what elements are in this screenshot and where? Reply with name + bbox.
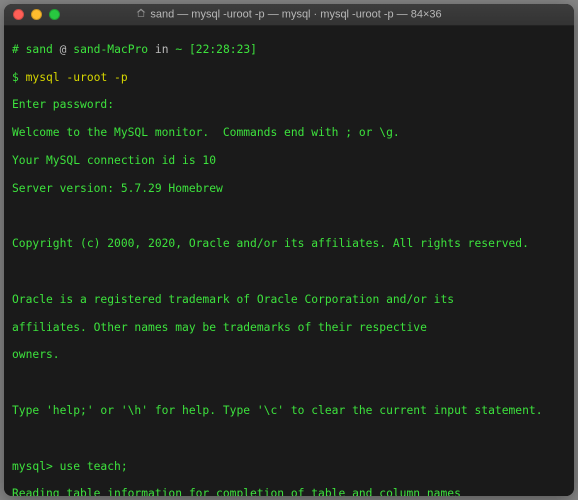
- window-title: sand — mysql -uroot -p — mysql · mysql -…: [4, 8, 574, 21]
- output-line: owners.: [12, 348, 568, 362]
- shell-command: mysql -uroot -p: [26, 71, 128, 84]
- prompt-user: sand: [26, 43, 53, 56]
- mysql-prompt: mysql>: [12, 460, 53, 473]
- prompt-line-1: # sand @ sand-MacPro in ~ [22:28:23]: [12, 43, 568, 57]
- titlebar[interactable]: sand — mysql -uroot -p — mysql · mysql -…: [4, 4, 574, 26]
- prompt-host: sand-MacPro: [73, 43, 148, 56]
- prompt-at: @: [60, 43, 67, 56]
- window-title-text: sand — mysql -uroot -p — mysql · mysql -…: [150, 8, 441, 20]
- blank-line: .: [12, 210, 568, 224]
- output-line: Type 'help;' or '\h' for help. Type '\c'…: [12, 404, 568, 418]
- output-line: Server version: 5.7.29 Homebrew: [12, 182, 568, 196]
- mysql-line: mysql> use teach;: [12, 460, 568, 474]
- blank-line: .: [12, 265, 568, 279]
- terminal-window: sand — mysql -uroot -p — mysql · mysql -…: [4, 4, 574, 496]
- traffic-lights: [4, 9, 60, 20]
- output-line: affiliates. Other names may be trademark…: [12, 321, 568, 335]
- output-line: Oracle is a registered trademark of Orac…: [12, 293, 568, 307]
- prompt-line-2: $ mysql -uroot -p: [12, 71, 568, 85]
- output-line: Reading table information for completion…: [12, 487, 568, 496]
- prompt-dollar: $: [12, 71, 19, 84]
- prompt-in: in: [155, 43, 169, 56]
- output-line: Your MySQL connection id is 10: [12, 154, 568, 168]
- prompt-hash: #: [12, 43, 19, 56]
- prompt-time: [22:28:23]: [189, 43, 257, 56]
- blank-line: .: [12, 432, 568, 446]
- close-icon[interactable]: [13, 9, 24, 20]
- output-line: Welcome to the MySQL monitor. Commands e…: [12, 126, 568, 140]
- sql-statement: use teach;: [60, 460, 128, 473]
- blank-line: .: [12, 376, 568, 390]
- prompt-path: ~: [175, 43, 182, 56]
- terminal-body[interactable]: # sand @ sand-MacPro in ~ [22:28:23] $ m…: [4, 26, 574, 496]
- home-icon: [136, 8, 146, 21]
- minimize-icon[interactable]: [31, 9, 42, 20]
- output-line: Enter password:: [12, 98, 568, 112]
- output-line: Copyright (c) 2000, 2020, Oracle and/or …: [12, 237, 568, 251]
- maximize-icon[interactable]: [49, 9, 60, 20]
